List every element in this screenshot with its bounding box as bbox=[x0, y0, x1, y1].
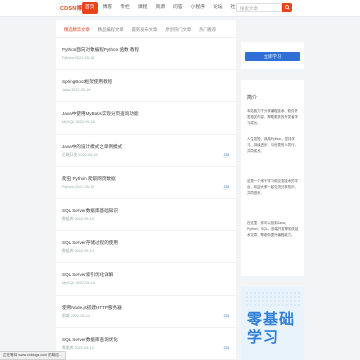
nav-item-home[interactable]: 首页 bbox=[82, 2, 98, 14]
view-count-badge: 234 bbox=[223, 313, 230, 319]
view-count-badge: 234 bbox=[223, 152, 230, 158]
article-list-card: 精选精华文章 精品编程文章 最新发布文章 原创热门文章 热门推荐 Python面… bbox=[56, 20, 236, 360]
nav-item-forum[interactable]: 论坛 bbox=[210, 2, 226, 14]
top-navigation-bar: CDSN博客 首页 博客 专栏 课程 资源 问答 小程序 论坛 社区 大数据 I… bbox=[0, 0, 360, 17]
tab-featured[interactable]: 精选精华文章 bbox=[64, 27, 90, 33]
list-item[interactable]: SpringBoot框架使用教程 Java 2022-05-16 bbox=[56, 70, 236, 103]
article-title[interactable]: SQL Server存储过程的使用 bbox=[62, 240, 118, 246]
sidebar-title: 简介 bbox=[247, 95, 258, 101]
sidebar-paragraph: 在这里，你可以找到Java、Python、SQL、前端开发等相关技术文章，帮助你… bbox=[247, 221, 299, 238]
article-title[interactable]: 爬虫 Python 爬取网页数据 bbox=[62, 176, 116, 182]
article-title[interactable]: SQL Server数据库基础知识 bbox=[62, 208, 118, 214]
nav-item-course[interactable]: 课程 bbox=[135, 2, 151, 14]
nav-item-resource[interactable]: 资源 bbox=[152, 2, 168, 14]
article-title[interactable]: SQL Server索引优化详解 bbox=[62, 272, 113, 278]
article-title[interactable]: Java中使用MyBatis实现分页查询功能 bbox=[62, 111, 139, 117]
list-item[interactable]: 使用Node.js搭建HTTP服务器 前端 2022-05-14 234 bbox=[56, 296, 236, 328]
article-title[interactable]: 使用Node.js搭建HTTP服务器 bbox=[62, 305, 122, 311]
list-item[interactable]: SQL Server数据库基础知识 数据库 2022-05-15 bbox=[56, 199, 236, 232]
nav-item-blog[interactable]: 博客 bbox=[100, 2, 116, 14]
tab-recommend[interactable]: 热门推荐 bbox=[199, 27, 216, 33]
sidebar-action-card: 立即学习 bbox=[241, 42, 304, 69]
sidebar-intro-card: 简介 本站致力于分享编程技术、软件开发相关内容，帮助更多的开发者学习成长。 人生… bbox=[241, 80, 304, 276]
list-item[interactable]: Java中的设计模式之单例模式 后端开发 2022-05-15 234 bbox=[56, 135, 236, 167]
tab-original[interactable]: 原创热门文章 bbox=[165, 27, 191, 33]
sidebar-paragraph: 本站致力于分享编程技术、软件开发相关内容，帮助更多的开发者学习成长。 bbox=[247, 109, 298, 126]
category-tabs: 精选精华文章 精品编程文章 最新发布文章 原创热门文章 热门推荐 bbox=[56, 20, 236, 38]
nav-item-miniprogram[interactable]: 小程序 bbox=[188, 2, 208, 14]
browser-status-bar: 正在等待 www.cnblogs.com 的响应... bbox=[0, 351, 66, 360]
sidebar-paragraph: 人生苦短，我用Python。坚持学习、持续进步，与优秀的人同行，共同成长。 bbox=[247, 137, 298, 154]
view-count-badge: 234 bbox=[223, 184, 230, 190]
tab-latest[interactable]: 最新发布文章 bbox=[132, 27, 158, 33]
article-meta: 数据库 2022-05-13 bbox=[62, 345, 94, 350]
article-meta: 数据库 2022-05-15 bbox=[62, 216, 94, 221]
nav-item-column[interactable]: 专栏 bbox=[117, 2, 133, 14]
sidebar-ad-banner[interactable]: 零基础 学习 bbox=[241, 287, 304, 360]
list-item[interactable]: SQL Server索引优化详解 MySQL 2022-05-14 bbox=[56, 263, 236, 296]
ad-decoration bbox=[245, 291, 301, 307]
article-title[interactable]: SpringBoot框架使用教程 bbox=[62, 79, 112, 85]
article-meta: Python 2022-05-16 bbox=[62, 56, 95, 60]
article-title[interactable]: SQL Server数据库查询优化 bbox=[62, 337, 118, 343]
article-meta: 后端开发 2022-05-15 bbox=[62, 152, 98, 157]
search-icon bbox=[284, 5, 290, 10]
article-title[interactable]: Python面向对象编程Python 函数 教程 bbox=[62, 47, 139, 53]
list-item[interactable]: Java中使用MyBatis实现分页查询功能 MySQL 2022-05-16 bbox=[56, 102, 236, 135]
list-item[interactable]: Python面向对象编程Python 函数 教程 Python 2022-05-… bbox=[56, 38, 236, 71]
article-meta: Java 2022-05-16 bbox=[62, 88, 91, 93]
tab-quality[interactable]: 精品编程文章 bbox=[98, 27, 124, 33]
article-meta: 数据库 2022-05-14 bbox=[62, 249, 94, 254]
article-title[interactable]: Java中的设计模式之单例模式 bbox=[62, 144, 122, 150]
ad-headline: 零基础 学习 bbox=[247, 311, 296, 346]
sidebar-paragraph: 这是一个用于学习和交流技术的平台，欢迎大家一起交流分享知识，共同进步。 bbox=[247, 179, 298, 196]
article-meta: Python 2022-05-15 bbox=[62, 184, 95, 189]
list-item[interactable]: 爬虫 Python 爬取网页数据 Python 2022-05-15 234 bbox=[56, 167, 236, 199]
search-input[interactable]: 搜索文章 bbox=[236, 3, 282, 12]
article-list: Python面向对象编程Python 函数 教程 Python 2022-05-… bbox=[56, 38, 236, 360]
article-meta: MySQL 2022-05-14 bbox=[62, 281, 95, 286]
nav-item-qa[interactable]: 问答 bbox=[170, 2, 186, 14]
learn-now-button[interactable]: 立即学习 bbox=[245, 52, 300, 61]
list-item[interactable]: SQL Server存储过程的使用 数据库 2022-05-14 bbox=[56, 231, 236, 264]
view-count-badge: 234 bbox=[223, 345, 230, 351]
search-button[interactable] bbox=[282, 3, 292, 12]
article-meta: MySQL 2022-05-16 bbox=[62, 120, 95, 125]
list-item[interactable]: SQL Server数据库查询优化 数据库 2022-05-13 234 bbox=[56, 328, 236, 360]
article-meta: 前端 2022-05-14 bbox=[62, 313, 91, 318]
